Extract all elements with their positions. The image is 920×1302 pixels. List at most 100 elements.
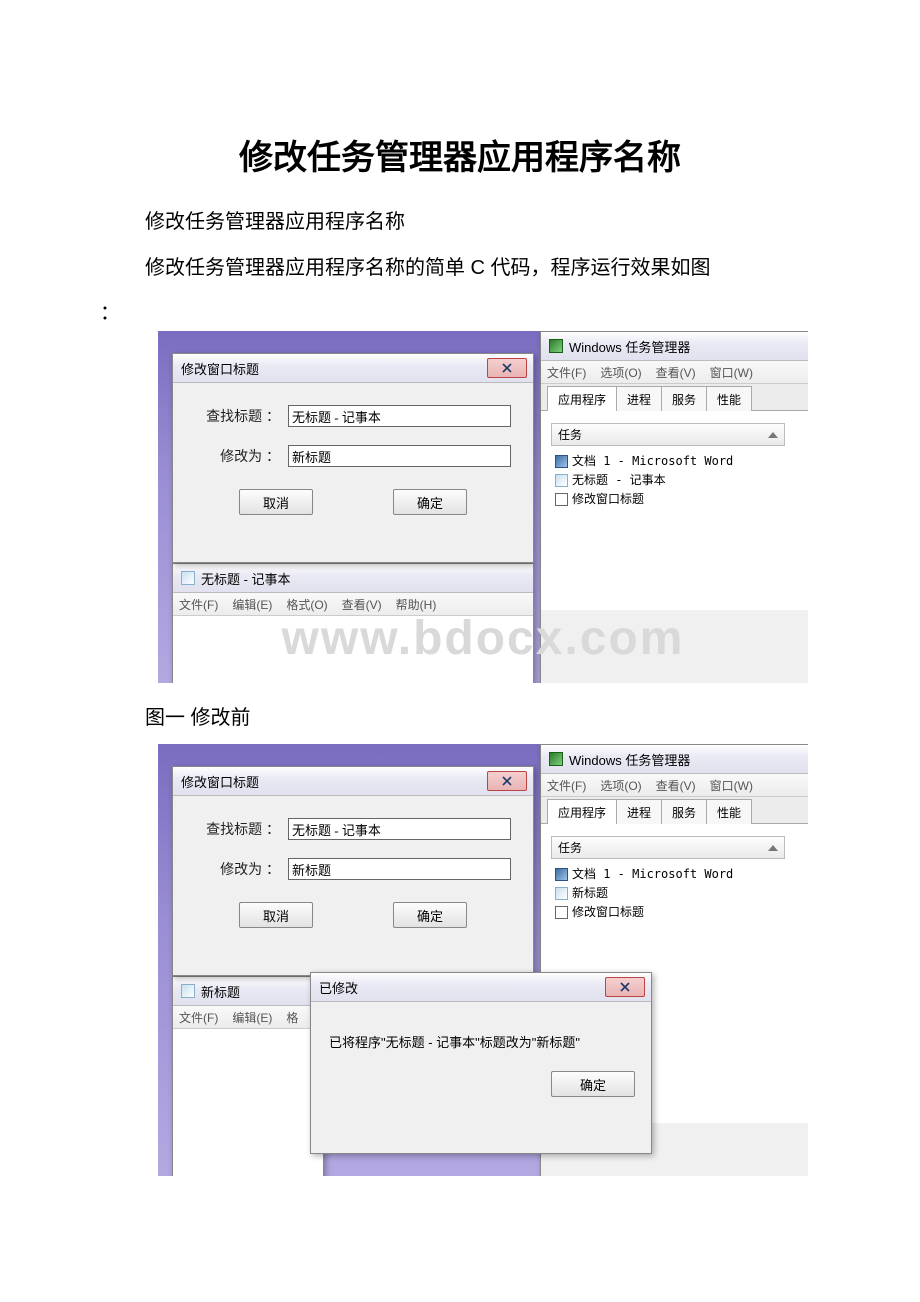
ok-button[interactable]: 确定 [393, 902, 467, 928]
task-manager-window: Windows 任务管理器 文件(F) 选项(O) 查看(V) 窗口(W) 应用… [540, 331, 808, 683]
word-icon [555, 868, 568, 881]
task-column-header[interactable]: 任务 [551, 423, 785, 446]
taskmgr-title: Windows 任务管理器 [569, 337, 690, 356]
task-row[interactable]: 新标题 [555, 884, 795, 903]
change-to-input[interactable] [288, 445, 511, 467]
tm-menu-view[interactable]: 查看(V) [656, 777, 696, 794]
find-label: 查找标题 ： [195, 819, 280, 839]
task-row[interactable]: 文档 1 - Microsoft Word [555, 865, 795, 884]
menu-file[interactable]: 文件(F) [179, 596, 218, 613]
tm-menu-file[interactable]: 文件(F) [547, 777, 586, 794]
tm-menu-view[interactable]: 查看(V) [656, 364, 696, 381]
find-title-input[interactable] [288, 405, 511, 427]
task-row[interactable]: 修改窗口标题 [555, 490, 795, 509]
screenshot-after: 修改窗口标题 查找标题 ： 修改为 ： 取消 确定 [158, 744, 808, 1176]
menu-help[interactable]: 帮助(H) [396, 596, 437, 613]
close-icon[interactable] [487, 358, 527, 378]
menu-edit[interactable]: 编辑(E) [232, 596, 272, 613]
task-row-label: 文档 1 - Microsoft Word [572, 865, 733, 884]
taskmgr-titlebar[interactable]: Windows 任务管理器 [541, 332, 808, 361]
close-icon[interactable] [487, 771, 527, 791]
tm-menu-window[interactable]: 窗口(W) [710, 777, 753, 794]
notepad-title: 新标题 [201, 982, 240, 1001]
taskmgr-menubar[interactable]: 文件(F) 选项(O) 查看(V) 窗口(W) [541, 774, 808, 797]
dialog-titlebar[interactable]: 修改窗口标题 [173, 767, 533, 796]
doc-title: 修改任务管理器应用程序名称 [100, 130, 820, 179]
menu-view[interactable]: 查看(V) [342, 596, 382, 613]
task-row-label: 新标题 [572, 884, 608, 903]
doc-line1: 修改任务管理器应用程序名称 [145, 204, 820, 240]
taskmgr-tabs: 应用程序 进程 服务 性能 [541, 384, 808, 410]
menu-edit[interactable]: 编辑(E) [232, 1009, 272, 1026]
sort-arrow-icon [768, 845, 778, 851]
dialog-titlebar[interactable]: 修改窗口标题 [173, 354, 533, 383]
notepad-titlebar[interactable]: 新标题 [173, 977, 323, 1006]
notepad-body[interactable] [173, 1029, 323, 1176]
change-label: 修改为 ： [195, 446, 280, 466]
notepad-icon [555, 887, 568, 900]
msgbox-titlebar[interactable]: 已修改 [311, 973, 651, 1002]
tm-menu-options[interactable]: 选项(O) [600, 777, 641, 794]
tab-performance[interactable]: 性能 [706, 799, 752, 824]
notepad-body[interactable] [173, 616, 533, 683]
tab-services[interactable]: 服务 [661, 799, 707, 824]
ok-button[interactable]: 确定 [393, 489, 467, 515]
task-row-label: 修改窗口标题 [572, 903, 644, 922]
tab-services[interactable]: 服务 [661, 386, 707, 411]
tab-performance[interactable]: 性能 [706, 386, 752, 411]
task-row-label: 无标题 - 记事本 [572, 471, 666, 490]
notepad-menubar[interactable]: 文件(F) 编辑(E) 格式(O) 查看(V) 帮助(H) [173, 593, 533, 616]
taskmgr-menubar[interactable]: 文件(F) 选项(O) 查看(V) 窗口(W) [541, 361, 808, 384]
taskmgr-title: Windows 任务管理器 [569, 750, 690, 769]
task-header-label: 任务 [558, 426, 582, 443]
menu-format[interactable]: 格式(O) [286, 596, 327, 613]
task-row-label: 修改窗口标题 [572, 490, 644, 509]
find-label: 查找标题 ： [195, 406, 280, 426]
dialog-title: 修改窗口标题 [181, 772, 259, 791]
notepad-icon [555, 474, 568, 487]
app-icon [555, 906, 568, 919]
tab-applications[interactable]: 应用程序 [547, 386, 617, 411]
close-icon[interactable] [605, 977, 645, 997]
tm-menu-window[interactable]: 窗口(W) [710, 364, 753, 381]
tab-processes[interactable]: 进程 [616, 386, 662, 411]
tm-menu-options[interactable]: 选项(O) [600, 364, 641, 381]
menu-file[interactable]: 文件(F) [179, 1009, 218, 1026]
word-icon [555, 455, 568, 468]
message-box: 已修改 已将程序"无标题 - 记事本"标题改为"新标题" 确定 [310, 972, 652, 1154]
task-row-label: 文档 1 - Microsoft Word [572, 452, 733, 471]
doc-colon: ： [100, 296, 820, 325]
find-title-input[interactable] [288, 818, 511, 840]
taskmgr-icon [549, 752, 563, 766]
tab-processes[interactable]: 进程 [616, 799, 662, 824]
task-row[interactable]: 无标题 - 记事本 [555, 471, 795, 490]
doc-line2: 修改任务管理器应用程序名称的简单 C 代码，程序运行效果如图 [145, 250, 820, 286]
modify-title-dialog: 修改窗口标题 查找标题 ： 修改为 ： 取消 确定 [172, 766, 534, 976]
change-label: 修改为 ： [195, 859, 280, 879]
msgbox-text: 已将程序"无标题 - 记事本"标题改为"新标题" [329, 1035, 580, 1050]
msgbox-ok-button[interactable]: 确定 [551, 1071, 635, 1097]
notepad-title: 无标题 - 记事本 [201, 569, 291, 588]
tab-applications[interactable]: 应用程序 [547, 799, 617, 824]
taskmgr-tabs: 应用程序 进程 服务 性能 [541, 797, 808, 823]
cancel-button[interactable]: 取消 [239, 902, 313, 928]
notepad-titlebar[interactable]: 无标题 - 记事本 [173, 564, 533, 593]
modify-title-dialog: 修改窗口标题 查找标题 ： 修改为 ： 取消 确定 [172, 353, 534, 563]
task-row[interactable]: 修改窗口标题 [555, 903, 795, 922]
caption-before: 图一 修改前 [145, 701, 820, 730]
dialog-title: 修改窗口标题 [181, 359, 259, 378]
change-to-input[interactable] [288, 858, 511, 880]
taskmgr-titlebar[interactable]: Windows 任务管理器 [541, 745, 808, 774]
app-icon [555, 493, 568, 506]
menu-format[interactable]: 格 [286, 1009, 298, 1026]
notepad-icon [181, 984, 195, 998]
task-row[interactable]: 文档 1 - Microsoft Word [555, 452, 795, 471]
sort-arrow-icon [768, 432, 778, 438]
cancel-button[interactable]: 取消 [239, 489, 313, 515]
task-header-label: 任务 [558, 839, 582, 856]
notepad-window: 无标题 - 记事本 文件(F) 编辑(E) 格式(O) 查看(V) 帮助(H) [172, 563, 534, 683]
msgbox-title: 已修改 [319, 978, 358, 997]
notepad-menubar[interactable]: 文件(F) 编辑(E) 格 [173, 1006, 323, 1029]
tm-menu-file[interactable]: 文件(F) [547, 364, 586, 381]
task-column-header[interactable]: 任务 [551, 836, 785, 859]
